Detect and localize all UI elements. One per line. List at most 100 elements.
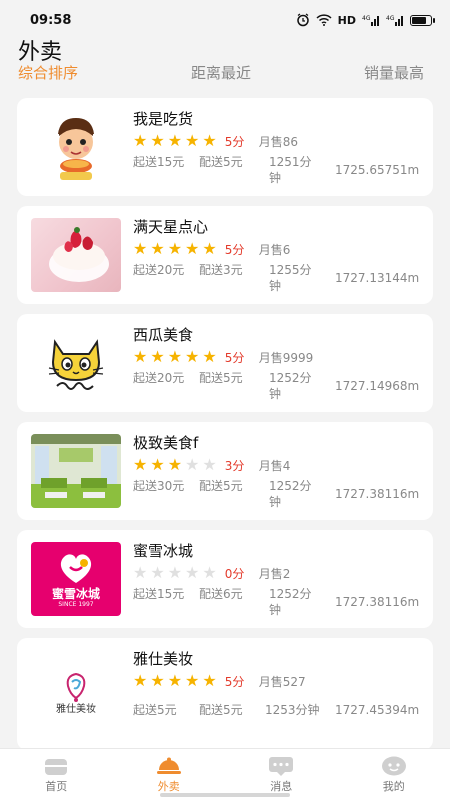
min-order: 起送30元: [133, 479, 185, 493]
star-rating: ★ ★ ★ ★ ★: [133, 457, 217, 473]
rating-row: ★ ★ ★ ★ ★ 3分 月售4: [133, 456, 290, 474]
min-order: 起送15元: [133, 587, 185, 601]
distance: 1725.65751m: [335, 163, 420, 177]
delivery-time: 1253分钟: [265, 703, 320, 717]
shop-card[interactable]: 极致美食f ★ ★ ★ ★ ★ 3分 月售4 起送30元 配送5元 1252分钟 172…: [17, 422, 433, 520]
rating-row: ★ ★ ★ ★ ★ 0分 月售2: [133, 564, 290, 582]
signal-icon-2: 4G: [386, 14, 404, 26]
shop-name: 雅仕美妆: [133, 650, 194, 668]
svg-text:4G: 4G: [386, 15, 395, 22]
star-icon: ★: [167, 671, 183, 690]
star-icon: ★: [167, 563, 183, 582]
delivery-time: 1255分钟: [269, 263, 312, 293]
profile-icon: [381, 756, 407, 776]
svg-text:4G: 4G: [362, 15, 371, 22]
alarm-icon: [296, 13, 310, 27]
tab-label: 外卖: [157, 779, 180, 793]
star-icon: ★: [150, 131, 165, 150]
star-icon: ★: [202, 239, 217, 258]
shop-thumbnail-beauty: 雅仕美妆: [31, 656, 121, 730]
delivery-time: 1252分钟: [269, 479, 312, 509]
distance: 1727.38116m: [335, 595, 420, 609]
tab-label: 首页: [45, 779, 68, 793]
star-icon: ★: [185, 347, 200, 366]
monthly-sales: 月售9999: [258, 350, 314, 365]
bottom-tab-bar: 首页 外卖 消息 我的: [0, 748, 450, 800]
star-icon: ★: [185, 239, 200, 258]
delivery-fee: 配送5元: [199, 371, 243, 385]
delivery-fee: 配送6元: [199, 587, 243, 601]
star-icon: ★: [150, 455, 165, 474]
monthly-sales: 月售527: [258, 674, 306, 689]
star-rating: ★ ★ ★ ★ ★: [133, 673, 217, 689]
star-icon: ★: [167, 131, 183, 150]
shop-name: 我是吃货: [133, 110, 194, 128]
shop-thumbnail-restaurant: [31, 434, 121, 508]
wifi-icon: [316, 14, 332, 26]
shop-thumbnail-cartoon-boy: [31, 110, 121, 184]
delivery-time: 1252分钟: [269, 371, 312, 401]
shop-thumbnail-cake: [31, 218, 121, 292]
star-icon: ★: [185, 671, 200, 690]
delivery-fee: 配送5元: [199, 703, 243, 717]
star-rating: ★ ★ ★ ★ ★: [133, 241, 217, 257]
sort-tab-comprehensive[interactable]: 综合排序: [18, 62, 78, 83]
shop-card[interactable]: 我是吃货 ★ ★ ★ ★ ★ 5分 月售86 起送15元 配送5元 1251分钟 172…: [17, 98, 433, 196]
shop-card[interactable]: 蜜雪冰城 SINCE 1997 蜜雪冰城 ★ ★ ★ ★ ★ 0分 月售2 起送15元 …: [17, 530, 433, 628]
shop-card[interactable]: 满天星点心 ★ ★ ★ ★ ★ 5分 月售6 起送20元 配送3元 1255分钟 172…: [17, 206, 433, 304]
star-icon: ★: [150, 239, 165, 258]
star-icon: ★: [167, 455, 183, 474]
distance: 1727.38116m: [335, 487, 420, 501]
star-icon: ★: [202, 131, 217, 150]
shop-score: 5分: [224, 242, 245, 257]
sort-tab-nearest[interactable]: 距离最近: [191, 62, 251, 83]
star-icon: ★: [133, 671, 148, 690]
star-icon: ★: [202, 563, 217, 582]
star-icon: ★: [133, 347, 148, 366]
star-icon: ★: [150, 671, 165, 690]
distance: 1727.45394m: [335, 703, 420, 717]
shop-score: 0分: [224, 566, 245, 581]
star-icon: ★: [202, 671, 217, 690]
min-order: 起送15元: [133, 155, 185, 169]
message-icon: [268, 756, 294, 776]
delivery-time: 1252分钟: [269, 587, 312, 617]
monthly-sales: 月售2: [258, 566, 291, 581]
star-rating: ★ ★ ★ ★ ★: [133, 565, 217, 581]
delivery-fee: 配送3元: [199, 263, 243, 277]
shop-card[interactable]: 西瓜美食 ★ ★ ★ ★ ★ 5分 月售9999 起送20元 配送5元 1252分钟 1…: [17, 314, 433, 412]
delivery-fee: 配送5元: [199, 155, 243, 169]
home-icon: [43, 756, 69, 776]
sort-tab-best-selling[interactable]: 销量最高: [364, 62, 424, 83]
star-icon: ★: [185, 455, 200, 474]
star-icon: ★: [167, 239, 183, 258]
signal-icon: 4G: [362, 14, 380, 26]
star-icon: ★: [133, 563, 148, 582]
mixue-logo-subtext: SINCE 1997: [58, 601, 94, 608]
star-icon: ★: [185, 563, 200, 582]
star-rating: ★ ★ ★ ★ ★: [133, 349, 217, 365]
shop-card[interactable]: 雅仕美妆 雅仕美妆 ★ ★ ★ ★ ★ 5分 月售527 起送5元 配送5元 1253分…: [17, 638, 433, 750]
min-order: 起送5元: [133, 703, 177, 717]
star-icon: ★: [133, 239, 148, 258]
home-indicator: [160, 793, 290, 797]
star-icon: ★: [202, 347, 217, 366]
shop-thumbnail-mixue: 蜜雪冰城 SINCE 1997: [31, 542, 121, 616]
shop-thumbnail-cat: [31, 326, 121, 400]
status-bar: 09:58 HD 4G 4G: [0, 0, 450, 40]
star-icon: ★: [167, 347, 183, 366]
mixue-logo-text: 蜜雪冰城: [51, 587, 100, 601]
shop-name: 满天星点心: [133, 218, 209, 236]
sort-tabs: 综合排序 距离最近 销量最高: [0, 62, 450, 86]
tab-home[interactable]: 首页: [0, 749, 113, 800]
network-label: HD: [337, 13, 356, 27]
delivery-time: 1251分钟: [269, 155, 312, 185]
distance: 1727.14968m: [335, 379, 420, 393]
tab-profile[interactable]: 我的: [338, 749, 450, 800]
status-icons: HD 4G 4G: [296, 13, 435, 27]
monthly-sales: 月售86: [258, 134, 298, 149]
takeout-icon: [156, 756, 182, 776]
monthly-sales: 月售6: [258, 242, 291, 257]
shop-score: 5分: [224, 674, 245, 689]
shop-name: 西瓜美食: [133, 326, 194, 344]
